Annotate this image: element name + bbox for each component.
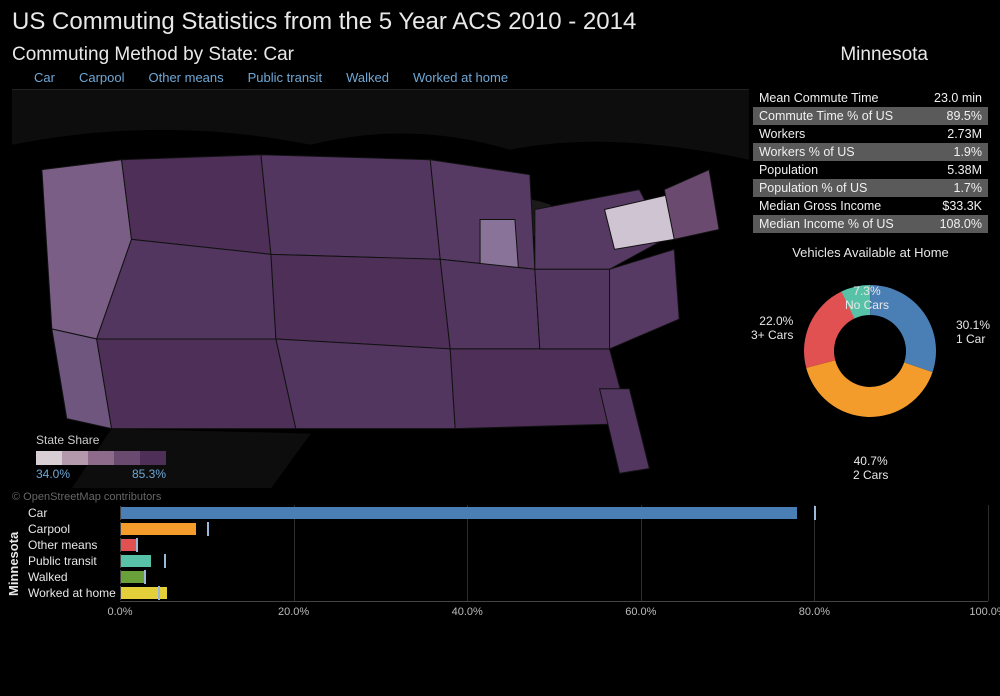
bar-value[interactable]: [121, 571, 145, 583]
bar-row: Car: [24, 505, 988, 521]
bar-track: [120, 570, 988, 584]
donut-label-3cars: 22.0%3+ Cars: [751, 315, 793, 343]
axis-tick: 0.0%: [107, 606, 132, 618]
stat-row: Median Gross Income$33.3K: [753, 197, 988, 215]
stat-row: Workers2.73M: [753, 125, 988, 143]
bar-value[interactable]: [121, 555, 151, 567]
bar-row: Carpool: [24, 521, 988, 537]
legend-min: 34.0%: [36, 467, 70, 481]
stat-row: Commute Time % of US89.5%: [753, 107, 988, 125]
tab-public-transit[interactable]: Public transit: [246, 68, 344, 87]
bar-track: [120, 522, 988, 536]
bar-row: Other means: [24, 537, 988, 553]
bar-category-label: Carpool: [24, 522, 120, 536]
donut-label-2cars: 40.7%2 Cars: [853, 455, 888, 483]
tab-walked[interactable]: Walked: [344, 68, 411, 87]
stat-row: Workers % of US1.9%: [753, 143, 988, 161]
bar-row: Walked: [24, 569, 988, 585]
donut-slice-2-cars[interactable]: [807, 360, 933, 417]
bar-track: [120, 506, 988, 520]
donut-label-nocars: 7.3%No Cars: [845, 285, 889, 313]
tab-carpool[interactable]: Carpool: [77, 68, 147, 87]
stats-table: Mean Commute Time23.0 min Commute Time %…: [753, 89, 988, 233]
bar-category-label: Worked at home: [24, 586, 120, 600]
stat-row: Mean Commute Time23.0 min: [753, 89, 988, 107]
axis-tick: 40.0%: [452, 606, 483, 618]
bar-track: [120, 538, 988, 552]
stat-row: Population5.38M: [753, 161, 988, 179]
bar-reference-tick: [136, 538, 138, 552]
bar-category-label: Other means: [24, 538, 120, 552]
bar-axis: 0.0%20.0%40.0%60.0%80.0%100.0%: [120, 601, 988, 623]
tab-worked-at-home[interactable]: Worked at home: [411, 68, 530, 87]
bar-chart: Minnesota Car Carpool Other means Public tr…: [0, 505, 1000, 623]
subheader: Commuting Method by State: Car Minnesota: [0, 40, 1000, 68]
bar-value[interactable]: [121, 523, 196, 535]
legend-max: 85.3%: [132, 467, 166, 481]
legend-swatch: [36, 451, 166, 465]
bar-track: [120, 586, 988, 600]
bar-reference-tick: [814, 506, 816, 520]
bar-reference-tick: [164, 554, 166, 568]
axis-tick: 100.0%: [969, 606, 1000, 618]
choropleth-map[interactable]: State Share 34.0% 85.3%: [12, 89, 749, 489]
bar-category-label: Public transit: [24, 554, 120, 568]
stat-row: Median Income % of US108.0%: [753, 215, 988, 233]
subtitle-left: Commuting Method by State: Car: [12, 44, 294, 66]
bar-reference-tick: [144, 570, 146, 584]
page-title: US Commuting Statistics from the 5 Year …: [0, 0, 1000, 40]
axis-tick: 80.0%: [799, 606, 830, 618]
bar-value[interactable]: [121, 539, 136, 551]
us-map-svg: [12, 90, 749, 488]
tab-car[interactable]: Car: [12, 68, 77, 87]
bar-row: Worked at home: [24, 585, 988, 601]
legend-title: State Share: [36, 433, 176, 447]
bar-track: [120, 554, 988, 568]
bar-grid: Car Carpool Other means Public transit Walke…: [24, 505, 988, 623]
axis-tick: 20.0%: [278, 606, 309, 618]
bar-category-label: Walked: [24, 570, 120, 584]
axis-tick: 60.0%: [625, 606, 656, 618]
bar-reference-tick: [207, 522, 209, 536]
bar-row: Public transit: [24, 553, 988, 569]
bar-category-label: Car: [24, 506, 120, 520]
donut-title: Vehicles Available at Home: [753, 245, 988, 260]
map-legend: State Share 34.0% 85.3%: [36, 433, 176, 481]
side-panel: Mean Commute Time23.0 min Commute Time %…: [753, 89, 988, 489]
tab-other-means[interactable]: Other means: [146, 68, 245, 87]
subtitle-right: Minnesota: [840, 44, 988, 66]
osm-attribution: © OpenStreetMap contributors: [0, 489, 1000, 505]
bar-value[interactable]: [121, 507, 797, 519]
bar-state-label: Minnesota: [6, 505, 24, 623]
bar-reference-tick: [158, 586, 160, 600]
stat-row: Population % of US1.7%: [753, 179, 988, 197]
method-tabs: Car Carpool Other means Public transit W…: [0, 68, 1000, 89]
donut-label-1car: 30.1%1 Car: [956, 319, 990, 347]
